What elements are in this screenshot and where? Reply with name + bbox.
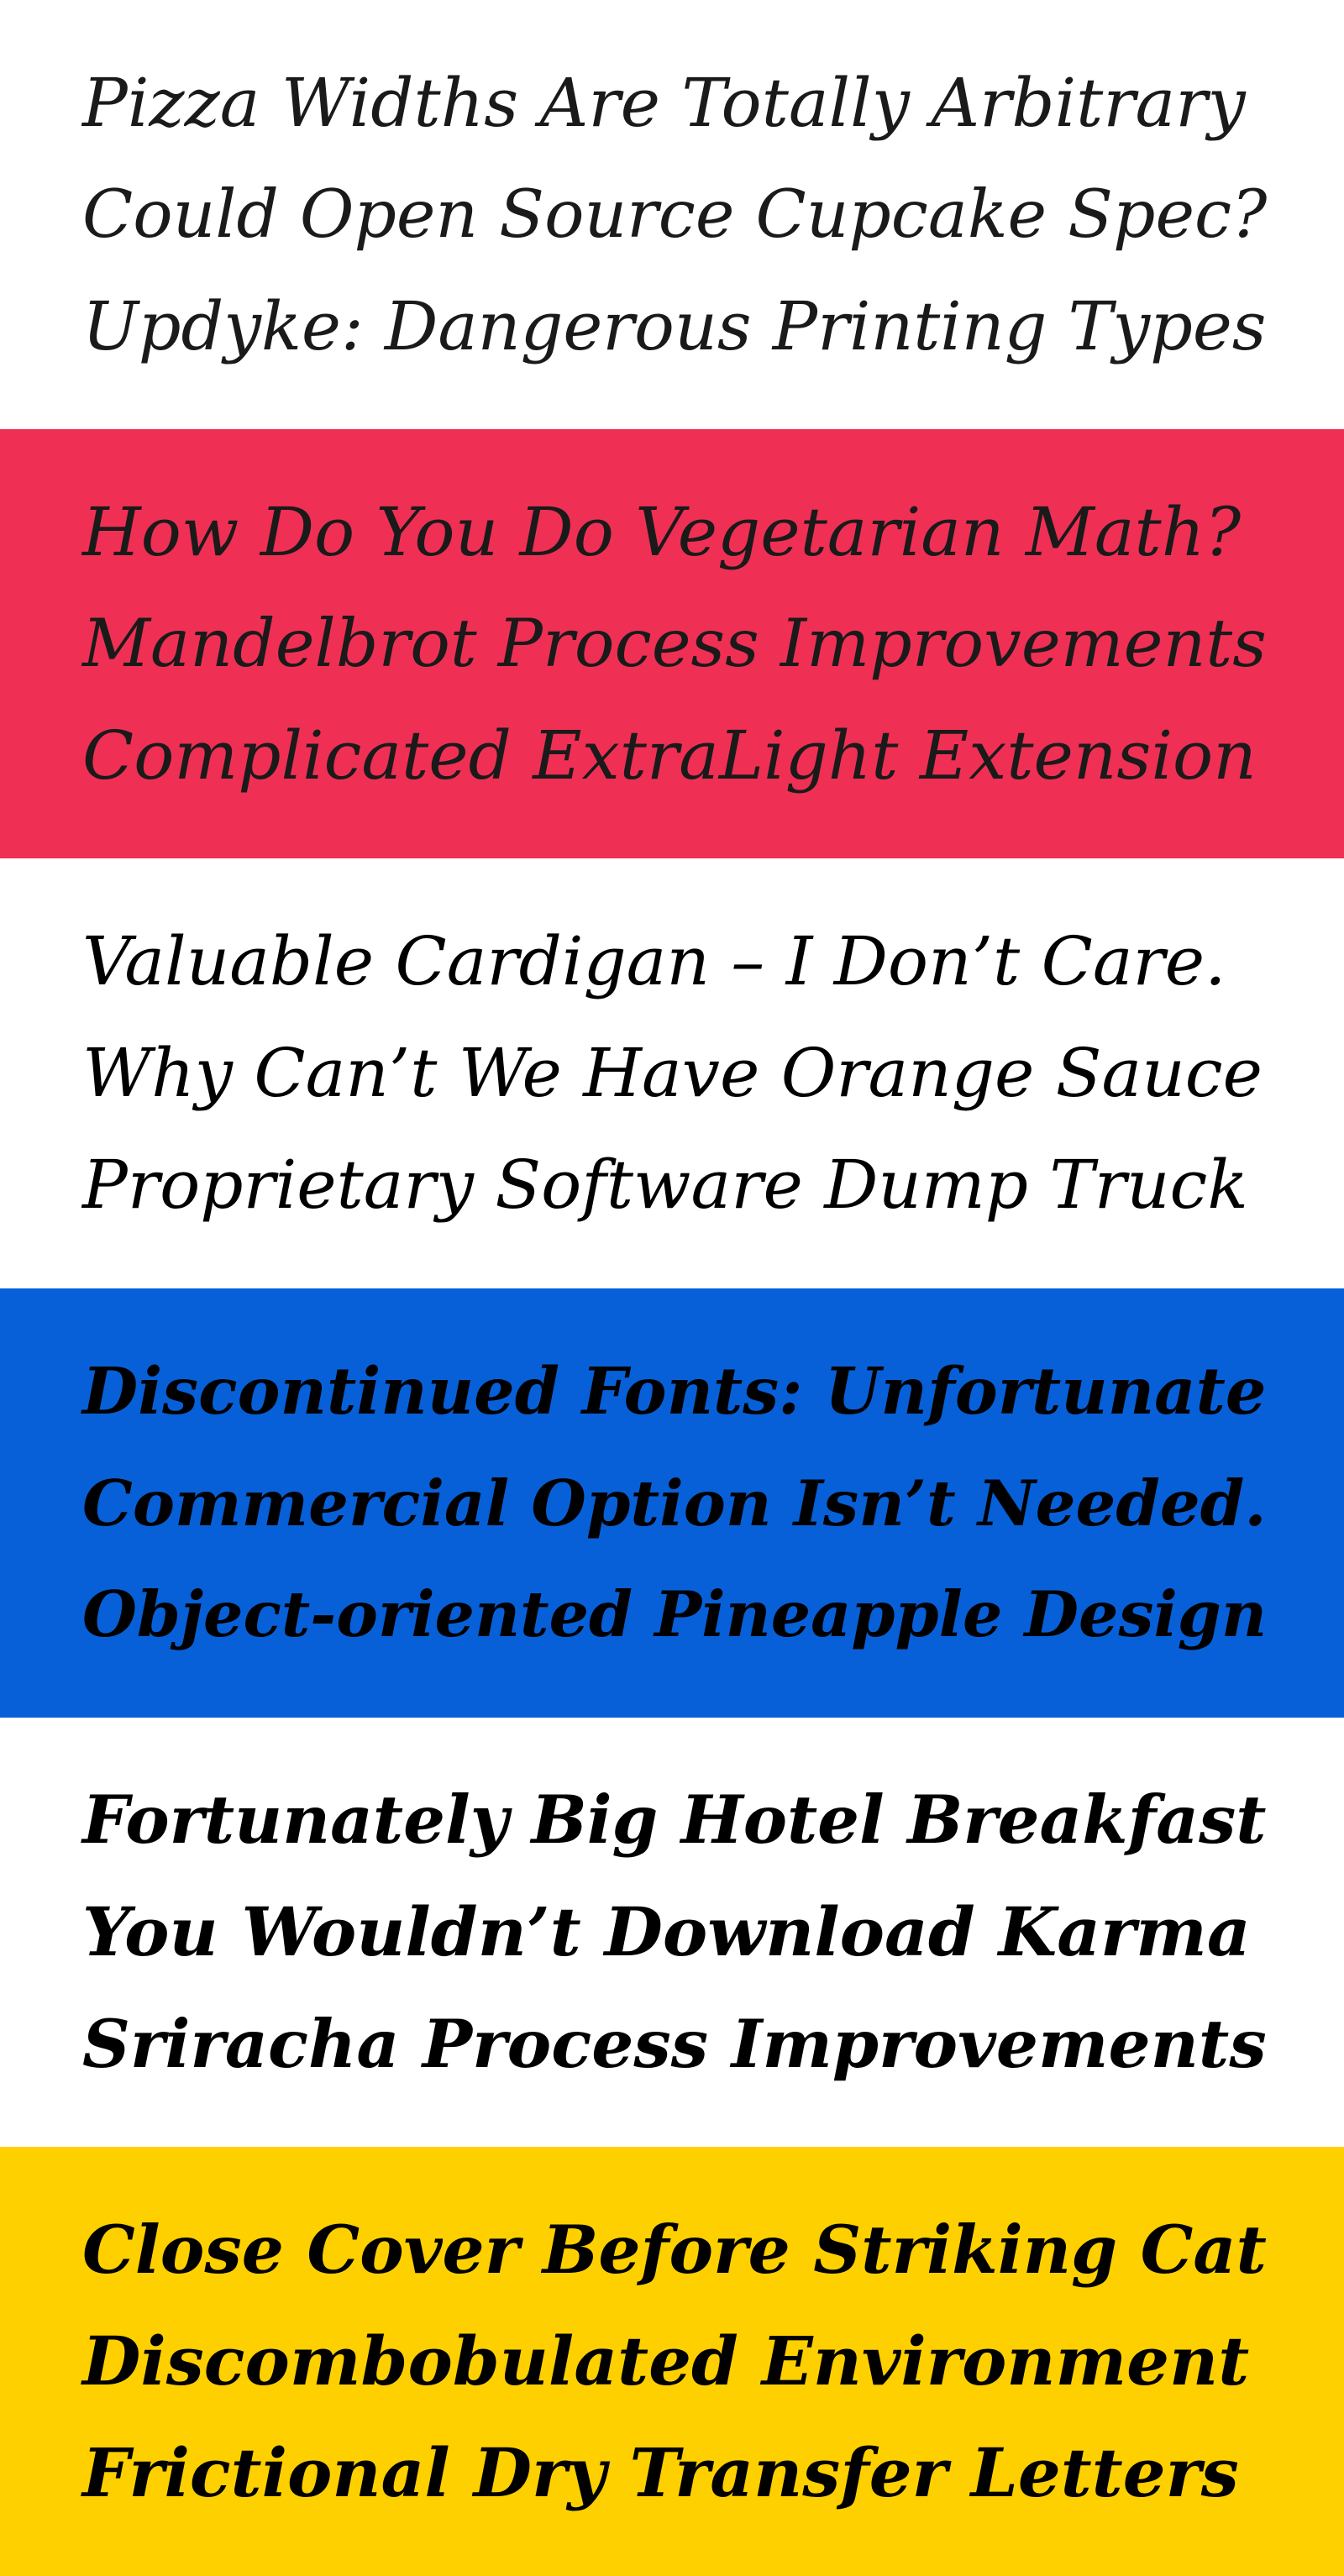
specimen-band-regular: Valuable Cardigan – I Don’t Care. Why Ca… — [0, 858, 1344, 1288]
specimen-band-bold: Fortunately Big Hotel Breakfast You Woul… — [0, 1717, 1344, 2147]
specimen-line: Could Open Source Cupcake Spec? — [82, 176, 1268, 254]
specimen-line: Complicated ExtraLight Extension — [82, 716, 1257, 795]
specimen-line: Why Can’t We Have Orange Sauce — [82, 1034, 1263, 1113]
specimen-line: Discombobulated Environment — [82, 2321, 1250, 2400]
type-specimen: Pizza Widths Are Totally Arbitrary Could… — [0, 0, 1344, 2576]
specimen-line: Discontinued Fonts: Unfortunate — [82, 1352, 1267, 1429]
specimen-line: Mandelbrot Process Improvements — [82, 605, 1267, 683]
specimen-line: Commercial Option Isn’t Needed. — [82, 1465, 1267, 1540]
specimen-line: How Do You Do Vegetarian Math? — [82, 493, 1242, 572]
specimen-line: Object-oriented Pineapple Design — [82, 1577, 1268, 1651]
specimen-line: Updyke: Dangerous Printing Types — [82, 287, 1267, 366]
specimen-band-extralight: How Do You Do Vegetarian Math? Mandelbro… — [0, 429, 1344, 859]
specimen-line: Close Cover Before Striking Cat — [82, 2210, 1267, 2289]
specimen-line: Proprietary Software Dump Truck — [82, 1146, 1248, 1225]
specimen-line: Frictional Dry Transfer Letters — [82, 2432, 1239, 2512]
specimen-band-thin: Pizza Widths Are Totally Arbitrary Could… — [0, 0, 1344, 430]
specimen-line: Pizza Widths Are Totally Arbitrary — [82, 64, 1246, 143]
specimen-band-black: Close Cover Before Striking Cat Discombo… — [0, 2146, 1344, 2576]
specimen-line: You Wouldn’t Download Karma — [82, 1891, 1251, 1971]
specimen-band-semibold: Discontinued Fonts: Unfortunate Commerci… — [0, 1288, 1344, 1718]
specimen-line: Valuable Cardigan – I Don’t Care. — [82, 922, 1226, 1001]
specimen-line: Sriracha Process Improvements — [82, 2004, 1267, 2083]
specimen-line: Fortunately Big Hotel Breakfast — [82, 1781, 1267, 1859]
